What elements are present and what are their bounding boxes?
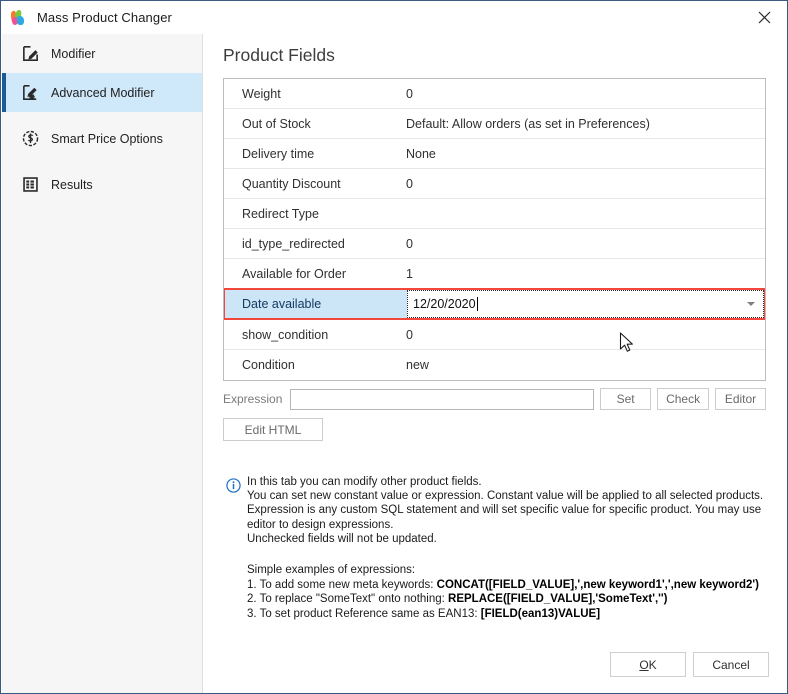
grid-table-icon <box>20 175 40 195</box>
table-row-date-available-selected[interactable]: Date available 12/20/2020 <box>224 288 765 320</box>
window-title: Mass Product Changer <box>37 10 172 25</box>
cancel-button[interactable]: Cancel <box>693 652 769 677</box>
pencil-edit-icon <box>20 44 40 64</box>
table-row[interactable]: Available for Order 1 <box>224 259 765 289</box>
example-code: [FIELD(ean13)VALUE] <box>480 607 601 620</box>
close-icon <box>758 11 770 23</box>
ok-accel: O <box>639 657 649 672</box>
field-value: 0 <box>406 327 413 342</box>
example-prefix: 3. To set product Reference same as EAN1… <box>247 607 481 620</box>
set-button[interactable]: Set <box>600 388 652 410</box>
field-value: 0 <box>406 176 413 191</box>
advanced-edit-icon <box>20 83 40 103</box>
example-line: 1. To add some new meta keywords: CONCAT… <box>247 578 768 593</box>
leaf-logo-icon <box>9 9 27 26</box>
field-name: show_condition <box>242 327 329 342</box>
field-value: 0 <box>406 86 413 101</box>
examples-title: Simple examples of expressions: <box>247 564 416 577</box>
table-row[interactable]: Redirect Type <box>224 199 765 229</box>
example-prefix: 2. To replace "SomeText" onto nothing: <box>247 593 449 606</box>
sidebar-item-label: Smart Price Options <box>51 131 163 146</box>
content-panel: Product Fields Weight 0 Out of Stock Def… <box>203 34 787 693</box>
field-name: Available for Order <box>242 266 346 281</box>
field-name: Redirect Type <box>242 206 319 221</box>
table-row[interactable]: Condition new <box>224 350 765 380</box>
close-button[interactable] <box>741 1 787 33</box>
sidebar-item-advanced-modifier[interactable]: Advanced Modifier <box>2 73 202 112</box>
example-line: 2. To replace "SomeText" onto nothing: R… <box>247 592 768 607</box>
field-value: 0 <box>406 236 413 251</box>
field-name: Date available <box>225 290 407 318</box>
field-value: new <box>406 358 429 372</box>
expression-row: Expression Set Check Editor <box>223 388 766 410</box>
info-block: In this tab you can modify other product… <box>223 475 768 621</box>
sidebar-item-smart-price-options[interactable]: Smart Price Options <box>2 119 202 158</box>
expression-label: Expression <box>223 392 283 406</box>
field-value: None <box>406 146 436 161</box>
expression-input[interactable] <box>290 388 595 410</box>
info-line: You can set new constant value or expres… <box>247 490 764 503</box>
example-line: 3. To set product Reference same as EAN1… <box>247 607 768 622</box>
info-line: In this tab you can modify other product… <box>247 476 482 488</box>
title-bar: Mass Product Changer <box>1 1 787 34</box>
example-code: REPLACE([FIELD_VALUE],'SomeText','') <box>448 593 668 606</box>
date-available-value: 12/20/2020 <box>413 297 476 311</box>
table-row[interactable]: Weight 0 <box>224 79 765 109</box>
mass-product-changer-window: Mass Product Changer Modifier Advanced M… <box>0 0 788 694</box>
field-value: Default: Allow orders (as set in Prefere… <box>406 116 650 131</box>
info-text: In this tab you can modify other product… <box>247 475 768 546</box>
field-name: Quantity Discount <box>242 176 341 191</box>
field-value: 1 <box>406 266 413 281</box>
field-name: Out of Stock <box>242 116 311 131</box>
table-row[interactable]: Out of Stock Default: Allow orders (as s… <box>224 109 765 139</box>
sidebar-item-modifier[interactable]: Modifier <box>2 34 202 73</box>
table-row[interactable]: show_condition 0 <box>224 320 765 350</box>
product-fields-table: Weight 0 Out of Stock Default: Allow ord… <box>223 78 766 381</box>
example-prefix: 1. To add some new meta keywords: <box>247 578 437 591</box>
examples-text: Simple examples of expressions: 1. To ad… <box>247 563 768 621</box>
example-code: CONCAT([FIELD_VALUE],',new keyword1',',n… <box>436 578 759 591</box>
table-row[interactable]: id_type_redirected 0 <box>224 229 765 259</box>
chevron-down-icon[interactable] <box>747 302 755 306</box>
sidebar-item-label: Modifier <box>51 46 96 61</box>
field-name: Condition <box>242 358 295 372</box>
ok-button[interactable]: OK <box>610 652 686 677</box>
sidebar: Modifier Advanced Modifier Smart Price O… <box>2 34 203 693</box>
text-caret <box>476 297 478 311</box>
sidebar-item-results[interactable]: Results <box>2 165 202 204</box>
sidebar-item-label: Advanced Modifier <box>51 85 155 100</box>
info-line: Expression is any custom SQL statement a… <box>247 504 762 531</box>
check-button[interactable]: Check <box>657 388 709 410</box>
field-name: Delivery time <box>242 146 315 161</box>
sidebar-item-label: Results <box>51 177 93 192</box>
page-title: Product Fields <box>223 45 335 65</box>
dollar-circle-icon <box>20 129 40 149</box>
ok-rest: K <box>648 657 657 672</box>
date-available-input[interactable]: 12/20/2020 <box>407 290 764 318</box>
info-line: Unchecked fields will not be updated. <box>247 532 437 545</box>
table-row[interactable]: Quantity Discount 0 <box>224 169 765 199</box>
field-name: id_type_redirected <box>242 236 345 251</box>
table-row[interactable]: Delivery time None <box>224 139 765 169</box>
field-name: Weight <box>242 86 281 101</box>
edit-html-button[interactable]: Edit HTML <box>223 418 323 441</box>
info-circle-icon <box>226 478 241 493</box>
editor-button[interactable]: Editor <box>715 388 766 410</box>
